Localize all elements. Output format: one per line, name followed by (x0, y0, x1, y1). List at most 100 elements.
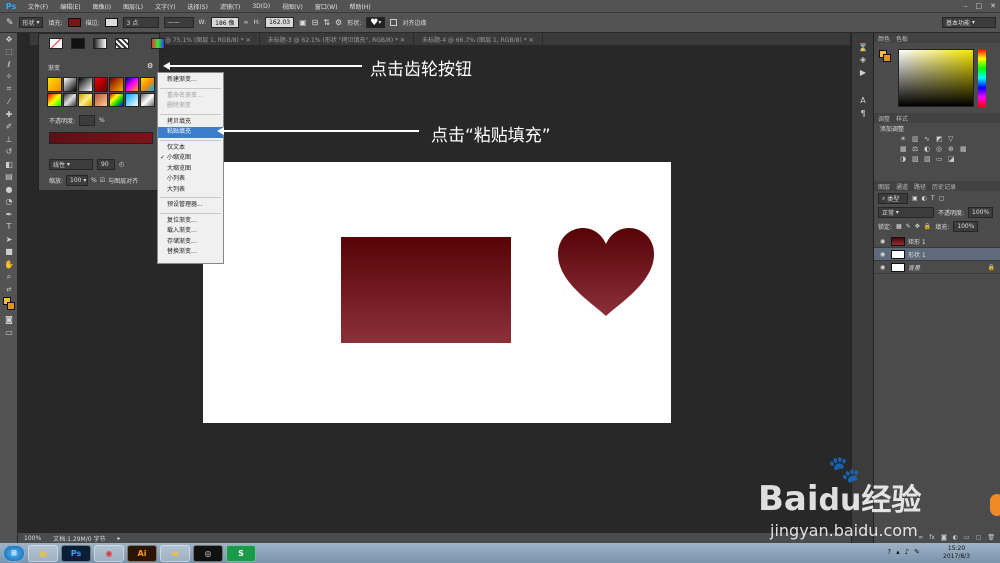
gradient-preset[interactable] (140, 77, 155, 92)
taskbar-illustrator[interactable]: Ai (127, 544, 157, 562)
height-field[interactable]: 162.03 (265, 17, 295, 28)
gradient-preset[interactable] (124, 77, 140, 92)
threshold-icon[interactable]: ▧ (924, 155, 936, 163)
gradient-fill-icon[interactable] (93, 38, 107, 49)
curves-icon[interactable]: ∿ (924, 135, 936, 143)
workspace-select[interactable]: 基本功能 ▾ (942, 17, 996, 28)
taskbar-photoshop[interactable]: Ps (61, 544, 91, 562)
pen-tool-icon[interactable]: ✒ (0, 208, 18, 221)
menu-item[interactable]: 大列表 (158, 185, 223, 196)
color-lookup-icon[interactable]: ▦ (960, 145, 972, 153)
taskbar-sheets[interactable]: S (226, 544, 256, 562)
screen-mode-icon[interactable]: ▭ (0, 326, 18, 339)
dodge-tool-icon[interactable]: ◔ (0, 196, 18, 209)
layer-opacity-field[interactable]: 100% (968, 207, 994, 218)
group-icon[interactable]: ▭ (964, 534, 970, 541)
color-chips[interactable] (879, 50, 891, 62)
lock-all-icon[interactable]: 🔒 (924, 223, 931, 230)
menu-item[interactable]: 新建渐变... (158, 75, 223, 86)
eye-icon[interactable]: ◉ (880, 251, 888, 258)
menu-item[interactable]: 存储渐变... (158, 237, 223, 248)
actions-panel-icon[interactable]: ▶ (852, 66, 874, 79)
menu-image[interactable]: 图像(I) (93, 2, 111, 11)
tab-document-3[interactable]: 未标题-4 @ 66.7% (图层 1, RGB/8) * ✕ (414, 33, 543, 45)
angle-dial-icon[interactable]: ◴ (119, 161, 124, 168)
gradient-preset[interactable] (78, 92, 93, 107)
maximize-icon[interactable]: □ (976, 2, 983, 10)
gradient-preset[interactable] (109, 77, 124, 92)
layer-row-background[interactable]: ◉ 背景 🔒 (874, 261, 1000, 274)
background-color[interactable] (7, 301, 15, 310)
color-picker-icon[interactable] (151, 38, 165, 49)
mode-select[interactable]: 形状 ▾ (18, 17, 44, 28)
gradient-preset[interactable] (93, 77, 109, 92)
tray-help-icon[interactable]: ? (887, 548, 891, 556)
healing-tool-icon[interactable]: ✚ (0, 108, 18, 121)
document-canvas[interactable] (203, 162, 671, 423)
close-icon[interactable]: ✕ (990, 2, 996, 10)
taskbar-media[interactable]: ◎ (193, 544, 223, 562)
menu-layer[interactable]: 图层(L) (123, 2, 143, 11)
eye-icon[interactable]: ◉ (880, 238, 888, 245)
history-brush-icon[interactable]: ↺ (0, 146, 18, 159)
quick-select-tool-icon[interactable]: ✧ (0, 71, 18, 84)
menu-item[interactable]: 粘贴填充 (158, 127, 223, 138)
tab-paths[interactable]: 路径 (914, 182, 926, 191)
taskbar-folder[interactable]: ▬ (160, 544, 190, 562)
brush-tool-icon[interactable]: ✐ (0, 121, 18, 134)
eye-icon[interactable]: ◉ (880, 264, 888, 271)
photoshop-logo-icon[interactable]: Ps (0, 2, 22, 11)
status-arrow-icon[interactable]: ▸ (117, 535, 120, 542)
tab-layers[interactable]: 图层 (878, 182, 890, 191)
history-panel-icon[interactable]: ⌛ (852, 41, 874, 54)
system-clock[interactable]: 15:20 2017/8/3 (943, 545, 970, 561)
filter-pixel-icon[interactable]: ▣ (912, 195, 918, 202)
angle-field[interactable]: 90 (97, 159, 115, 170)
gradient-rectangle-shape[interactable] (341, 237, 511, 343)
minimize-icon[interactable]: – (964, 2, 968, 10)
trash-icon[interactable]: 🗑 (987, 534, 995, 541)
tray-network-icon[interactable]: ▴ (896, 548, 900, 556)
menu-filter[interactable]: 滤镜(T) (220, 2, 240, 11)
tab-color[interactable]: 颜色 (878, 34, 890, 43)
layer-row-shape[interactable]: ◉ 形状 1 (874, 248, 1000, 261)
brightness-icon[interactable]: ☀ (900, 135, 912, 143)
menu-3d[interactable]: 3D(D) (252, 3, 270, 10)
gradient-preset[interactable] (47, 77, 62, 92)
character-panel-icon[interactable]: A (852, 95, 874, 108)
new-layer-icon[interactable]: ▢ (976, 534, 982, 541)
menu-view[interactable]: 视图(V) (282, 2, 303, 11)
color-swatches[interactable] (0, 296, 18, 314)
gradient-preset[interactable] (62, 77, 78, 92)
path-operations-icon[interactable]: ▣ (299, 18, 307, 27)
shape-picker[interactable]: ♥ ▾ (366, 17, 386, 28)
black-white-icon[interactable]: ◐ (924, 145, 936, 153)
crop-tool-icon[interactable]: ⌗ (0, 83, 18, 96)
menu-file[interactable]: 文件(F) (28, 2, 48, 11)
stroke-swatch[interactable] (104, 18, 118, 27)
tab-history[interactable]: 历史记录 (932, 182, 956, 191)
gradient-preset[interactable] (109, 92, 124, 107)
solid-color-icon[interactable] (71, 38, 85, 49)
pattern-fill-icon[interactable] (115, 38, 129, 49)
path-alignment-icon[interactable]: ⊟ (312, 18, 319, 27)
gradient-preset[interactable] (124, 92, 140, 107)
zoom-tool-icon[interactable]: ⌕ (0, 271, 18, 284)
marquee-tool-icon[interactable]: ⬚ (0, 46, 18, 59)
stroke-type-select[interactable]: —— (163, 17, 194, 28)
eraser-tool-icon[interactable]: ◧ (0, 158, 18, 171)
menu-type[interactable]: 文字(Y) (155, 2, 175, 11)
lock-transparent-icon[interactable]: ▦ (896, 223, 902, 230)
menu-window[interactable]: 窗口(W) (315, 2, 338, 11)
fill-swatch[interactable] (67, 18, 81, 27)
filter-type-icon[interactable]: T (931, 195, 935, 202)
align-layer-checkbox-icon[interactable]: ☑ (100, 177, 105, 184)
filter-adjust-icon[interactable]: ◐ (922, 195, 927, 202)
vibrance-icon[interactable]: ▽ (948, 135, 960, 143)
color-field[interactable] (898, 49, 974, 107)
menu-item[interactable]: 拷贝填充 (158, 117, 223, 128)
menu-item[interactable]: 载入渐变... (158, 226, 223, 237)
scale-field[interactable]: 100 ▾ (66, 175, 89, 186)
menu-edit[interactable]: 编辑(E) (60, 2, 80, 11)
taskbar-explorer[interactable]: ▦ (28, 544, 58, 562)
